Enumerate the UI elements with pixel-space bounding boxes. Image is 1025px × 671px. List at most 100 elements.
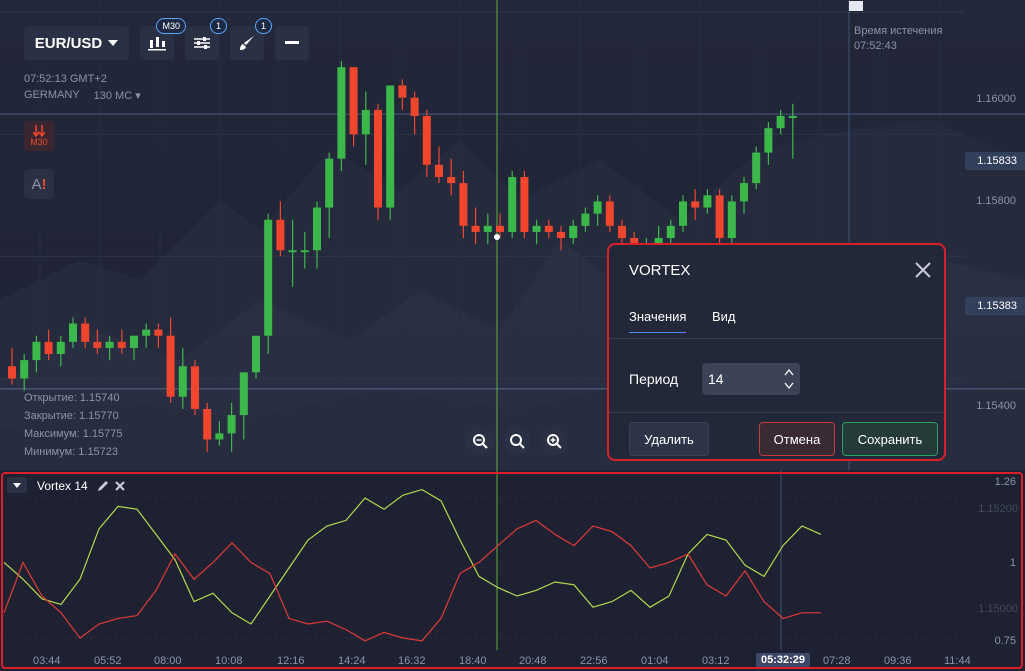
candle-body bbox=[300, 250, 309, 253]
candle bbox=[227, 402, 236, 452]
candle bbox=[154, 323, 163, 348]
cancel-button[interactable]: Отмена bbox=[759, 422, 835, 456]
indicator-title: Vortex 14 bbox=[37, 479, 88, 493]
alert-icon: A! bbox=[31, 175, 47, 193]
candle bbox=[569, 219, 578, 245]
close-icon[interactable] bbox=[912, 259, 934, 281]
asset-pair-label: EUR/USD bbox=[34, 34, 103, 52]
time-label: 09:36 bbox=[884, 655, 912, 667]
divider bbox=[609, 338, 944, 339]
candle-body bbox=[313, 207, 321, 251]
time-label: 01:04 bbox=[641, 655, 669, 667]
indicator-y-label-mid: 1 bbox=[1009, 557, 1016, 569]
remove-x-icon[interactable] bbox=[114, 480, 126, 492]
candle bbox=[252, 335, 260, 379]
crosshair-dot bbox=[494, 234, 500, 240]
period-value: 14 bbox=[708, 371, 724, 387]
candle-body bbox=[337, 67, 346, 159]
candle-body bbox=[117, 341, 126, 348]
candle-body bbox=[459, 183, 468, 226]
candle bbox=[239, 372, 248, 440]
candle bbox=[130, 335, 138, 361]
expiry-label: Время истечения bbox=[854, 25, 943, 37]
candle bbox=[8, 347, 16, 385]
candle-body bbox=[276, 219, 285, 251]
timeframe-side-button[interactable]: M30 bbox=[24, 121, 54, 151]
alert-button[interactable]: A! bbox=[24, 169, 54, 199]
candle bbox=[447, 158, 456, 196]
candle bbox=[81, 317, 90, 348]
time-label: 11:44 bbox=[944, 655, 971, 667]
candle-body bbox=[581, 213, 590, 226]
time-label: 20:48 bbox=[519, 655, 547, 667]
time-label: 14:24 bbox=[338, 655, 366, 667]
candle bbox=[44, 329, 53, 361]
candle-body bbox=[20, 360, 29, 379]
horizontal-line-price-tag[interactable]: 1.15383 bbox=[965, 297, 1025, 315]
chart-type-button[interactable]: M30 bbox=[140, 18, 186, 60]
sliders-icon bbox=[194, 37, 210, 49]
candle bbox=[691, 189, 700, 220]
candle-body bbox=[154, 329, 163, 336]
indicator-collapse-button[interactable] bbox=[7, 477, 27, 493]
candle bbox=[337, 61, 346, 171]
time-label: 07:28 bbox=[823, 655, 851, 667]
candle bbox=[532, 219, 541, 245]
time-label: 08:00 bbox=[154, 655, 182, 667]
edit-pencil-icon[interactable] bbox=[97, 480, 109, 492]
candle bbox=[483, 213, 492, 245]
time-label: 16:32 bbox=[398, 655, 426, 667]
candle-body bbox=[130, 335, 138, 348]
candles-icon bbox=[148, 37, 166, 51]
more-dots-icon bbox=[285, 41, 299, 44]
candle-body bbox=[81, 323, 90, 342]
tab-values[interactable]: Значения bbox=[629, 309, 687, 333]
candle-body bbox=[142, 329, 151, 336]
indicator-y-label-top: 1.26 bbox=[994, 476, 1016, 488]
candle-body bbox=[203, 408, 212, 440]
candle-body bbox=[447, 177, 456, 184]
zoom-in-button[interactable] bbox=[540, 427, 568, 455]
latency-selector[interactable]: 130 MC ▾ bbox=[94, 89, 141, 102]
time-label: 12:16 bbox=[277, 655, 305, 667]
candle bbox=[557, 225, 565, 251]
chevron-down-icon: ▾ bbox=[135, 90, 141, 102]
candle bbox=[32, 335, 41, 373]
server-time: 07:52:13 GMT+2 bbox=[24, 73, 107, 85]
stepper-arrows-icon[interactable] bbox=[782, 365, 796, 393]
candle-body bbox=[239, 372, 248, 416]
candle-body bbox=[788, 115, 797, 118]
more-button[interactable] bbox=[275, 26, 309, 60]
candle-body bbox=[715, 195, 724, 239]
current-price-tag: 1.15833 bbox=[965, 152, 1025, 170]
zoom-reset-button[interactable] bbox=[503, 427, 531, 455]
timeframe-badge: M30 bbox=[156, 18, 186, 34]
zoom-out-button[interactable] bbox=[466, 427, 494, 455]
candle bbox=[203, 402, 212, 452]
candle-body bbox=[544, 225, 553, 232]
expiry-time: 07:52:43 bbox=[854, 40, 897, 52]
candle-body bbox=[483, 225, 492, 232]
candle-body bbox=[532, 225, 541, 232]
candle bbox=[740, 177, 748, 214]
faded-price-label-1: 1.15200 bbox=[978, 503, 1018, 515]
period-input[interactable]: 14 bbox=[702, 363, 800, 395]
candle bbox=[471, 207, 480, 245]
divider bbox=[609, 412, 944, 413]
candle bbox=[459, 170, 468, 239]
save-button[interactable]: Сохранить bbox=[842, 422, 938, 456]
candle-body bbox=[325, 158, 334, 208]
candle-body bbox=[32, 341, 41, 361]
candle-body bbox=[178, 366, 187, 397]
price-label-3: 1.15400 bbox=[976, 400, 1016, 412]
delete-button[interactable]: Удалить bbox=[629, 422, 709, 456]
tab-view[interactable]: Вид bbox=[712, 309, 736, 324]
candle bbox=[56, 335, 65, 367]
candle bbox=[581, 207, 590, 232]
candle bbox=[605, 195, 614, 232]
dialog-title: VORTEX bbox=[629, 262, 691, 279]
candle-body bbox=[727, 201, 736, 239]
indicators-button[interactable]: 1 bbox=[185, 18, 227, 60]
drawings-button[interactable]: 1 bbox=[230, 18, 272, 60]
asset-selector[interactable]: EUR/USD bbox=[24, 26, 129, 60]
